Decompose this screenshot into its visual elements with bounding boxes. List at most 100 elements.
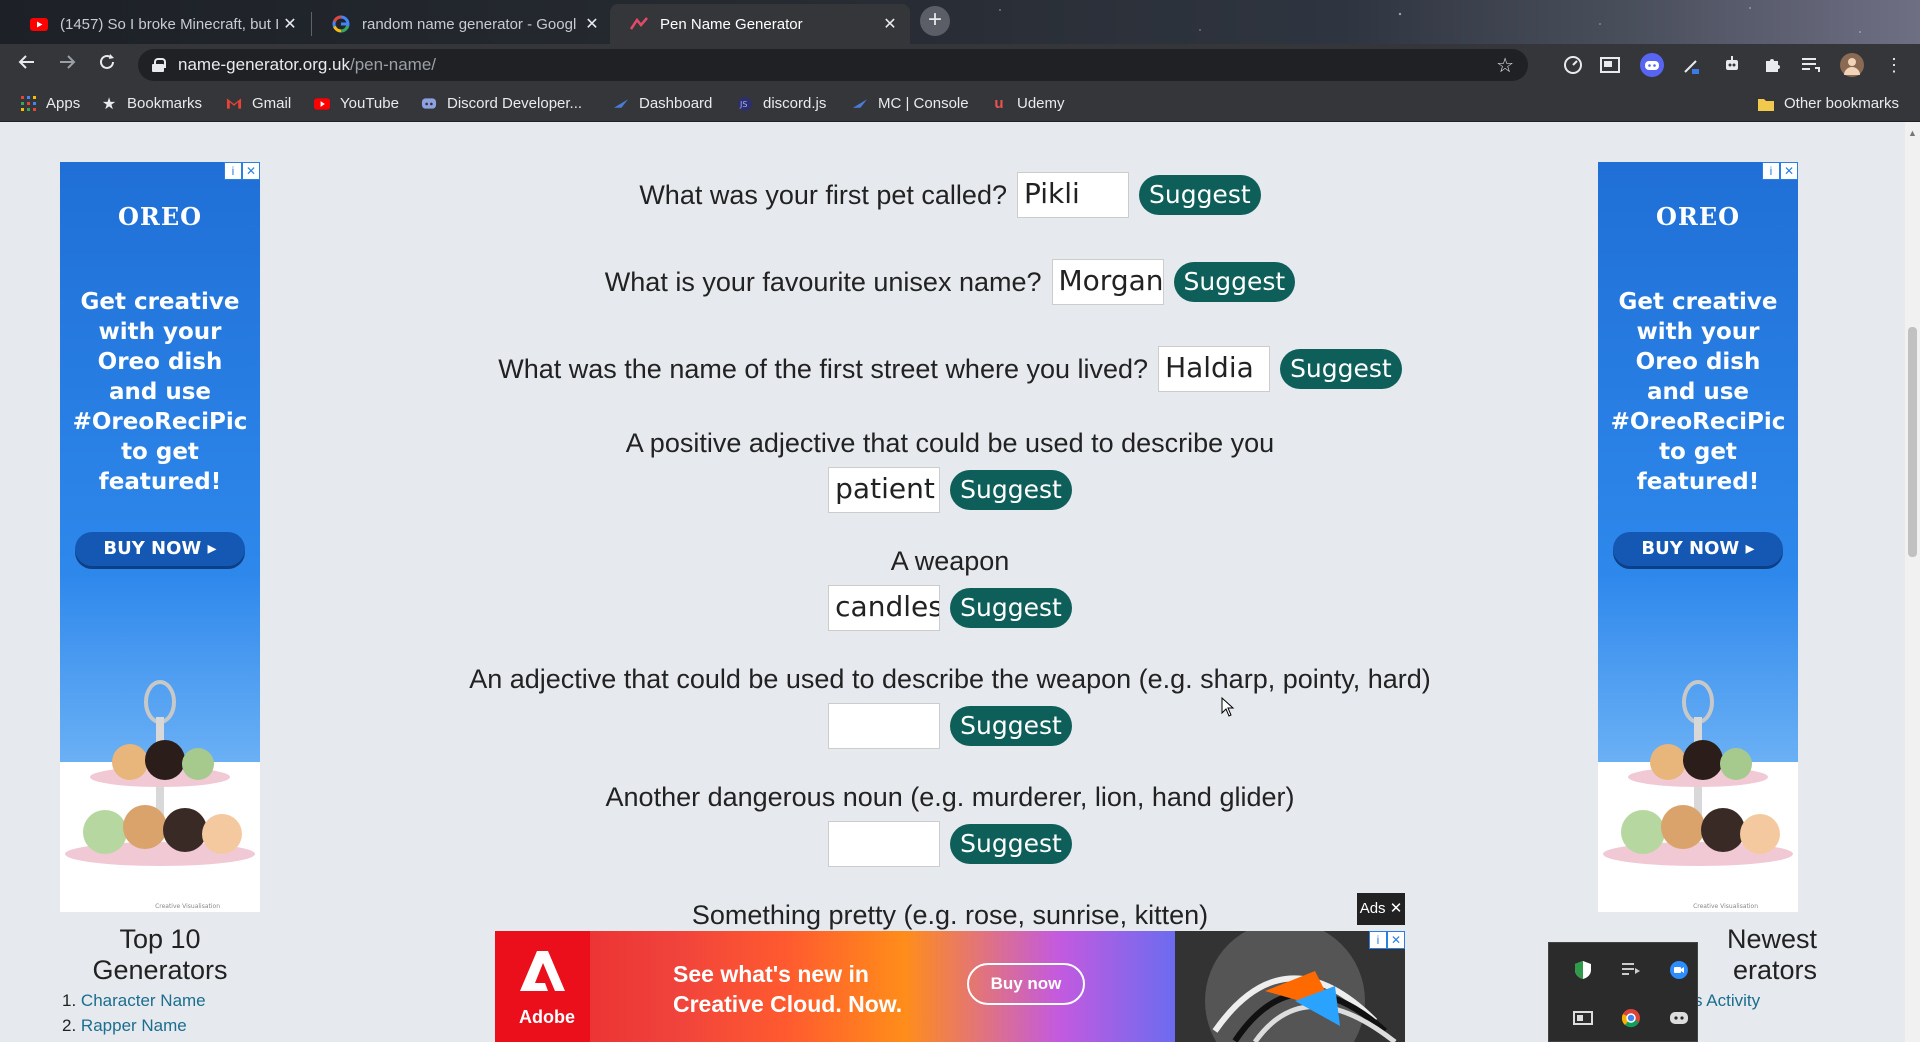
right-oreo-ad[interactable]: i ✕ OREO Get creative with your Oreo dis… [1598, 162, 1798, 912]
gmail-icon [226, 96, 242, 112]
weapon-input[interactable]: candlest [828, 585, 941, 631]
extension-screen-icon[interactable] [1598, 53, 1622, 77]
reload-icon[interactable] [92, 50, 122, 80]
media-control-icon[interactable] [1619, 960, 1643, 980]
bookmark-discordjs[interactable]: JS discord.js [737, 95, 826, 112]
browser-toolbar: name-generator.org.uk/pen-name/ ☆ ⋮ [0, 44, 1920, 86]
bookmark-label: Discord Developer... [447, 95, 583, 112]
ad-info-icon[interactable]: i [1369, 931, 1387, 949]
dangerous-noun-input[interactable] [828, 821, 941, 867]
profile-avatar[interactable] [1840, 53, 1864, 77]
bookmark-label: Dashboard [639, 95, 713, 112]
zoom-icon[interactable] [1667, 960, 1691, 980]
url-host: name-generator.org.uk [178, 55, 350, 74]
suggest-button[interactable]: Suggest [1138, 175, 1261, 215]
street-name-input[interactable]: Haldia [1158, 346, 1271, 392]
scroll-thumb[interactable] [1908, 327, 1917, 557]
bookmarks-bar: Apps ★ Bookmarks Gmail YouTube Discord D… [0, 86, 1920, 122]
question-label: What was your first pet called? [639, 179, 1007, 210]
google-icon [332, 15, 350, 33]
bookmark-other-bookmarks[interactable]: Other bookmarks [1758, 95, 1899, 112]
ad-choices[interactable]: i ✕ [1762, 162, 1798, 180]
ad-close-icon[interactable]: ✕ [1780, 162, 1798, 180]
bookmark-gmail[interactable]: Gmail [226, 95, 291, 112]
ad-buy-now-button[interactable]: BUY NOW ▸ [1613, 532, 1783, 566]
extension-pen-icon[interactable] [1680, 53, 1704, 77]
tab-youtube[interactable]: (1457) So I broke Minecraft, but I ✕ [10, 4, 310, 44]
page-content: i ✕ OREO Get creative with your Oreo dis… [0, 122, 1905, 1042]
back-arrow-icon[interactable] [12, 50, 42, 80]
question-label: What is your favourite unisex name? [604, 266, 1042, 297]
extension-speed-icon[interactable] [1561, 53, 1585, 77]
ad-close-icon[interactable]: ✕ [1387, 931, 1405, 949]
star-icon: ★ [101, 95, 117, 113]
weapon-adjective-input[interactable] [828, 703, 941, 749]
bookmark-star-icon[interactable]: ☆ [1496, 53, 1514, 78]
extensions-puzzle-icon[interactable] [1760, 53, 1784, 77]
question-pet: What was your first pet called? Pikli Su… [430, 172, 1470, 218]
adobe-logo-icon [520, 951, 565, 991]
svg-text:JS: JS [739, 100, 747, 109]
bookmark-bookmarks[interactable]: ★ Bookmarks [101, 95, 202, 113]
link-newest-activity[interactable]: s Activity [1694, 991, 1760, 1010]
tab-google[interactable]: random name generator - Googl ✕ [312, 4, 612, 44]
bookmark-apps[interactable]: Apps [20, 95, 80, 112]
bookmark-discord-developer[interactable]: Discord Developer... [421, 95, 582, 112]
adobe-banner-ad[interactable]: Adobe See what's new in Creative Cloud. … [495, 931, 1405, 1042]
bookmark-mc-console[interactable]: MC | Console [852, 95, 969, 112]
link-character-name[interactable]: Character Name [81, 991, 206, 1010]
bookmark-label: Apps [46, 95, 81, 112]
pet-name-input[interactable]: Pikli [1016, 172, 1129, 218]
chrome-icon[interactable] [1619, 1008, 1643, 1028]
adjective-input[interactable]: patient [828, 467, 941, 513]
ad-buy-now-button[interactable]: Buy now [967, 963, 1085, 1005]
address-bar[interactable]: name-generator.org.uk/pen-name/ ☆ [138, 49, 1528, 81]
ad-choices[interactable]: i ✕ [1369, 931, 1405, 949]
suggest-button[interactable]: Suggest [950, 706, 1072, 746]
unisex-name-input[interactable]: Morgan [1051, 259, 1164, 305]
close-icon[interactable]: ✕ [880, 14, 900, 34]
ad-info-icon[interactable]: i [1762, 162, 1780, 180]
close-icon[interactable]: ✕ [582, 14, 602, 34]
bookmark-udemy[interactable]: u Udemy [991, 95, 1064, 112]
bookmark-label: Other bookmarks [1784, 95, 1900, 112]
forward-arrow-icon[interactable] [52, 50, 82, 80]
question-adjective: A positive adjective that could be used … [430, 428, 1470, 513]
ad-choices[interactable]: i ✕ [224, 162, 260, 180]
extension-discord-icon[interactable] [1640, 53, 1664, 77]
tab-pen-name-generator[interactable]: Pen Name Generator ✕ [610, 4, 910, 44]
list-item: 1. Character Name [62, 991, 206, 1010]
new-tab-button[interactable]: + [920, 6, 950, 36]
extension-robot-icon[interactable] [1720, 53, 1744, 77]
suggest-button[interactable]: Suggest [950, 470, 1072, 510]
page-scrollbar[interactable]: ▲ [1905, 122, 1920, 1042]
suggest-button[interactable]: Suggest [1280, 349, 1402, 389]
bookmark-dashboard[interactable]: Dashboard [613, 95, 712, 112]
lock-icon[interactable] [152, 58, 166, 72]
question-label: Another dangerous noun (e.g. murderer, l… [605, 782, 1295, 812]
close-icon[interactable]: ✕ [280, 14, 300, 34]
ad-text: Get creative with your Oreo dish and use… [72, 289, 248, 495]
bookmark-youtube[interactable]: YouTube [314, 95, 399, 112]
dashboard-icon [613, 96, 629, 112]
link-rapper-name[interactable]: Rapper Name [81, 1016, 187, 1035]
suggest-button[interactable]: Suggest [950, 588, 1072, 628]
ads-close-tag[interactable]: Ads ✕ [1357, 893, 1405, 925]
ad-close-icon[interactable]: ✕ [242, 162, 260, 180]
tab-title: Pen Name Generator [660, 15, 803, 33]
menu-kebab-icon[interactable]: ⋮ [1882, 53, 1906, 77]
left-oreo-ad[interactable]: i ✕ OREO Get creative with your Oreo dis… [60, 162, 260, 912]
suggest-button[interactable]: Suggest [1173, 262, 1296, 302]
question-label: A positive adjective that could be used … [625, 428, 1275, 458]
display-icon[interactable] [1571, 1008, 1595, 1028]
ad-info-icon[interactable]: i [224, 162, 242, 180]
name-generator-icon [630, 15, 648, 33]
security-shield-icon[interactable] [1571, 960, 1595, 980]
system-tray-popup [1548, 942, 1698, 1042]
reading-list-icon[interactable] [1799, 53, 1823, 77]
scroll-up-arrow-icon[interactable]: ▲ [1908, 128, 1917, 138]
discord-icon[interactable] [1667, 1008, 1691, 1028]
suggest-button[interactable]: Suggest [950, 824, 1072, 864]
ad-text: Get creative with your Oreo dish and use… [1610, 289, 1786, 495]
ad-buy-now-button[interactable]: BUY NOW ▸ [75, 532, 245, 566]
